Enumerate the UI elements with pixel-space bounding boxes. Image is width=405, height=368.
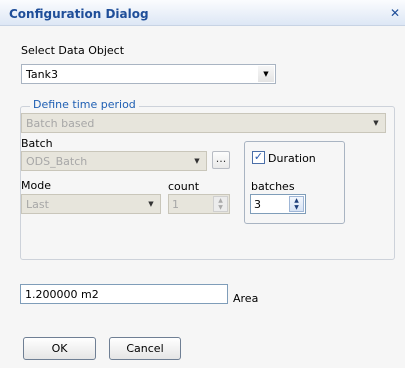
area-input[interactable]: 1.200000 m2 <box>20 284 228 304</box>
batch-label: Batch <box>21 137 53 150</box>
duration-checkbox[interactable]: ✓ <box>252 150 265 164</box>
data-object-dropdown[interactable]: Tank3 ▼ <box>21 64 276 84</box>
stepper-arrows-icon[interactable]: ▲ ▼ <box>289 196 304 212</box>
batches-stepper[interactable]: 3 ▲ ▼ <box>250 194 306 214</box>
duration-label: Duration <box>268 152 316 165</box>
period-type-dropdown[interactable]: Batch based ▼ <box>21 113 386 133</box>
period-type-value: Batch based <box>26 117 95 130</box>
chevron-down-icon[interactable]: ▼ <box>368 115 384 131</box>
count-label: count <box>168 180 200 193</box>
cancel-button[interactable]: Cancel <box>109 337 181 360</box>
select-data-object-label: Select Data Object <box>21 44 125 57</box>
stepper-arrows-icon[interactable]: ▲ ▼ <box>213 196 228 212</box>
batches-label: batches <box>251 180 295 193</box>
close-icon[interactable]: ✕ <box>387 6 403 20</box>
mode-dropdown[interactable]: Last ▼ <box>21 194 161 214</box>
browse-batch-button[interactable]: ... <box>212 151 230 169</box>
batch-dropdown[interactable]: ODS_Batch ▼ <box>21 151 207 171</box>
data-object-value: Tank3 <box>26 68 58 81</box>
mode-label: Mode <box>21 179 51 192</box>
count-value: 1 <box>172 198 179 211</box>
chevron-down-icon[interactable]: ▼ <box>258 66 274 82</box>
chevron-down-icon[interactable]: ▼ <box>143 196 159 212</box>
checkmark-icon: ✓ <box>253 150 264 163</box>
ok-button[interactable]: OK <box>23 337 96 360</box>
time-period-legend: Define time period <box>30 98 139 111</box>
area-label: Area <box>233 292 259 305</box>
mode-value: Last <box>26 198 49 211</box>
batches-value: 3 <box>254 198 261 211</box>
count-stepper[interactable]: 1 ▲ ▼ <box>168 194 230 214</box>
batch-value: ODS_Batch <box>26 155 88 168</box>
window-title: Configuration Dialog <box>9 7 149 21</box>
chevron-down-icon[interactable]: ▼ <box>189 153 205 169</box>
